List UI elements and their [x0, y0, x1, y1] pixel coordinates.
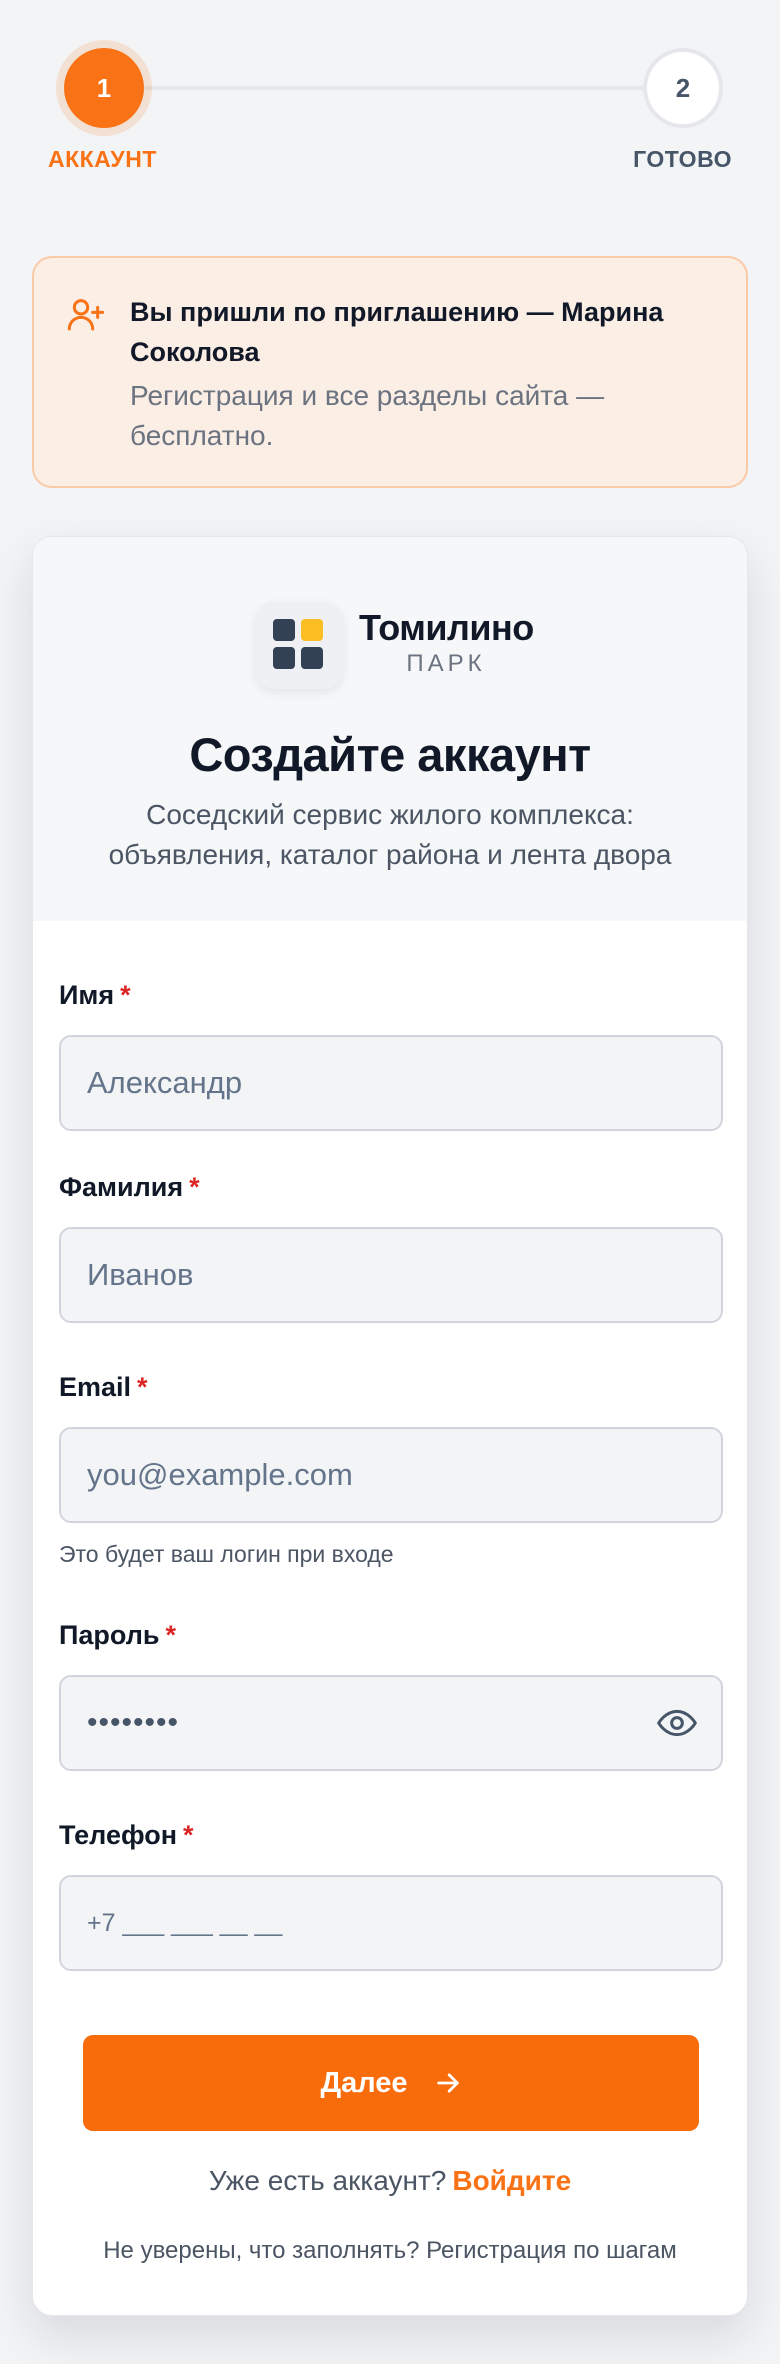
email-input[interactable]: you@example.com	[59, 1427, 723, 1523]
phone-placeholder: +7 ___ ___ __ __	[87, 1908, 283, 1937]
logo-square	[301, 647, 323, 669]
step-1-circle: 1	[64, 48, 144, 128]
brand-name: Томилино	[359, 607, 534, 648]
step-1-label: АККАУНТ	[48, 146, 157, 172]
email-label-text: Email	[59, 1372, 132, 1402]
next-button-label: Далее	[320, 2066, 408, 2099]
card-header: Томилино ПАРК Создайте аккаунт Соседский…	[33, 537, 747, 921]
required-mark: *	[183, 1820, 194, 1850]
step-2-label: ГОТОВО	[633, 146, 732, 172]
required-mark: *	[165, 1620, 177, 1650]
last-name-label: Фамилия *	[59, 1172, 200, 1203]
login-link[interactable]: Войдите	[452, 2165, 571, 2196]
email-placeholder: you@example.com	[87, 1457, 353, 1492]
logo-square-accent	[301, 619, 323, 641]
arrow-right-icon	[436, 2073, 459, 2093]
last-name-label-text: Фамилия	[59, 1172, 184, 1202]
required-mark: *	[137, 1372, 148, 1402]
logo-square	[273, 647, 295, 669]
first-name-input[interactable]: Александр	[59, 1035, 723, 1131]
phone-input[interactable]: +7 ___ ___ __ __	[59, 1875, 723, 1971]
invite-subtitle: Регистрация и все разделы сайта — беспла…	[130, 380, 605, 451]
password-label: Пароль *	[59, 1620, 176, 1651]
email-hint: Это будет ваш логин при входе	[59, 1541, 394, 1567]
step-2-circle: 2	[643, 48, 723, 128]
first-name-label: Имя *	[59, 980, 131, 1011]
stepper-line	[104, 86, 676, 90]
first-name-placeholder: Александр	[87, 1065, 243, 1100]
login-prompt-text: Уже есть аккаунт?	[208, 2165, 447, 2196]
user-plus-icon	[67, 299, 105, 331]
next-button[interactable]: Далее	[83, 2035, 699, 2131]
stepwise-registration-link[interactable]: Не уверены, что заполнять? Регистрация п…	[33, 2237, 747, 2265]
progress-stepper: 1 АККАУНТ 2 ГОТОВО	[0, 0, 780, 190]
password-label-text: Пароль	[59, 1620, 160, 1650]
first-name-label-text: Имя	[59, 980, 115, 1010]
required-mark: *	[189, 1172, 200, 1202]
phone-label-text: Телефон	[59, 1820, 178, 1850]
required-mark: *	[120, 980, 131, 1010]
last-name-placeholder: Иванов	[87, 1257, 194, 1292]
brand-sub: ПАРК	[406, 650, 486, 677]
page-title: Создайте аккаунт	[189, 728, 591, 781]
last-name-input[interactable]: Иванов	[59, 1227, 723, 1323]
login-prompt: Уже есть аккаунт? Войдите	[33, 2165, 747, 2197]
brand-logo	[255, 601, 343, 689]
logo-square	[273, 619, 295, 641]
password-input[interactable]: ••••••••	[59, 1675, 723, 1771]
invite-banner: Вы пришли по приглашению — Марина Соколо…	[32, 256, 748, 488]
email-label: Email *	[59, 1372, 148, 1403]
eye-icon[interactable]	[657, 1707, 697, 1739]
phone-label: Телефон *	[59, 1820, 194, 1851]
password-value: ••••••••	[87, 1706, 180, 1739]
signup-card: Томилино ПАРК Создайте аккаунт Соседский…	[32, 536, 748, 2316]
invite-title: Вы пришли по приглашению — Марина Соколо…	[130, 297, 664, 367]
page-description: Соседский сервис жилого комплекса: объяв…	[108, 799, 672, 870]
